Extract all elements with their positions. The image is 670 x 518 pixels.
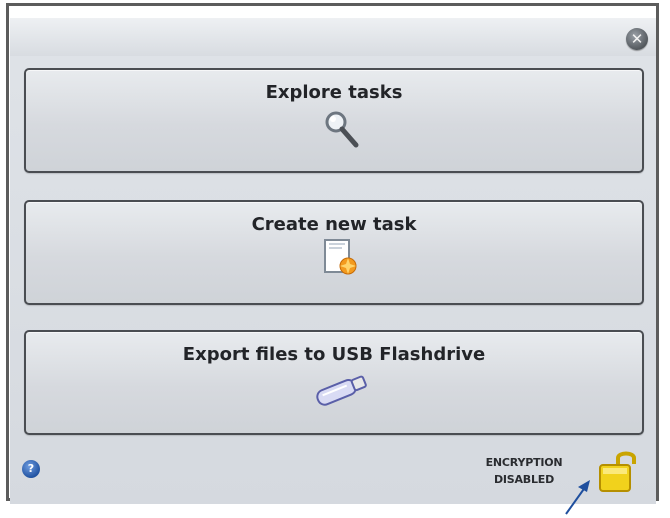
usb-flashdrive-icon	[316, 375, 367, 406]
unlocked-padlock-icon[interactable]	[596, 448, 640, 494]
explore-tasks-label: Explore tasks	[265, 82, 403, 103]
annotation-arrow-icon	[565, 480, 590, 515]
export-usb-label: Export files to USB Flashdrive	[182, 344, 486, 365]
new-document-icon	[324, 239, 357, 275]
export-usb-button[interactable]: Export files to USB Flashdrive	[24, 330, 644, 435]
help-icon[interactable]: ?	[22, 460, 40, 478]
explore-tasks-button[interactable]: Explore tasks	[24, 68, 644, 173]
title-bar: ✕	[10, 18, 656, 56]
create-new-task-button[interactable]: Create new task	[24, 200, 644, 305]
create-new-task-label: Create new task	[251, 214, 417, 235]
task-menu-panel: ✕ Explore tasks Create new task Export f…	[10, 18, 656, 504]
encryption-status-line1: ENCRYPTION	[485, 456, 563, 469]
close-icon[interactable]: ✕	[626, 28, 648, 50]
magnifier-icon	[325, 111, 359, 148]
